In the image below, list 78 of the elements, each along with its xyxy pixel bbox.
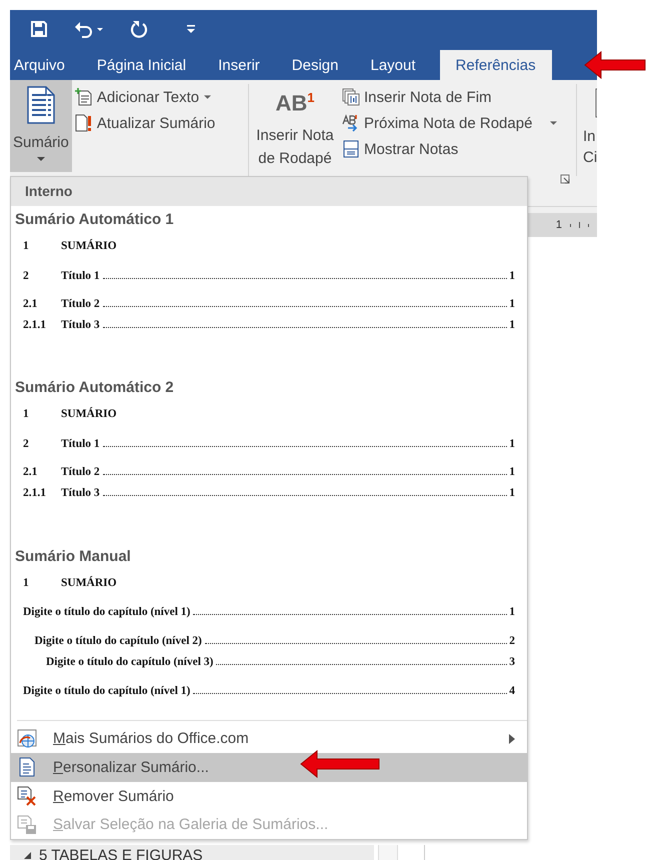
gallery-title: Sumário Automático 1: [15, 210, 175, 228]
toc-gallery-item[interactable]: Sumário Manual 1 SUMÁRIO Digite o título do capítulo (nível 1) 1 Digite o título do capítulo (nível 2) 2 Digite o título do capítulo (nível 3) 3 Digite o título do capítulo (nível 1) 4: [11, 542, 527, 712]
toc-entry-title: Título 3: [61, 318, 100, 333]
ribbon-tab[interactable]: Layout: [356, 50, 430, 80]
undo-icon[interactable]: [74, 20, 104, 38]
add-text-icon: [74, 88, 93, 106]
ribbon-command[interactable]: Próxima Nota de Rodapé: [339, 112, 560, 134]
ribbon-command[interactable]: Mostrar Notas: [339, 138, 560, 160]
ribbon-label: In: [583, 127, 597, 147]
page-number: 1: [509, 464, 515, 480]
update-document-icon: [74, 114, 93, 132]
menu-item[interactable]: Personalizar Sumário...: [11, 753, 527, 782]
toc-entry-title: Digite o título do capítulo (nível 1): [23, 604, 190, 620]
gallery-title: Sumário Automático 2: [15, 378, 175, 396]
toc-title: SUMÁRIO: [61, 575, 117, 591]
document-icon: [17, 757, 37, 778]
ribbon-tab[interactable]: Página Inicial: [82, 50, 200, 80]
menu-section-header: Interno: [11, 177, 527, 206]
toc-gallery-item[interactable]: Sumário Automático 2 1 SUMÁRIO 2 Título 1 1 2.1 Título 2 1 2.1.1 Título 3 1: [11, 374, 527, 543]
menu-item[interactable]: Mais Sumários do Office.com: [11, 724, 527, 754]
ribbon-tab[interactable]: Referências: [440, 50, 552, 80]
toc-number: 2: [23, 436, 30, 452]
toc-number: 2: [23, 268, 30, 284]
save-icon[interactable]: [30, 20, 48, 38]
page-number: 1: [509, 318, 515, 333]
toc-entry-title: Digite o título do capítulo (nível 3): [46, 654, 214, 670]
toc-number: 1: [23, 406, 30, 422]
toc-entry-title: Digite o título do capítulo (nível 1): [23, 684, 190, 699]
next-footnote-icon: [342, 114, 360, 132]
toc-entry-title: Título 2: [61, 464, 100, 480]
page-number: 1: [509, 604, 515, 620]
scroll-bar[interactable]: [378, 845, 398, 860]
ribbon-label: Ci: [583, 148, 597, 168]
toc-number: 2.1.1: [23, 486, 47, 501]
ribbon-command[interactable]: Adicionar Texto: [72, 86, 218, 108]
gallery-title: Sumário Manual: [15, 548, 132, 565]
toc-title: SUMÁRIO: [61, 238, 117, 254]
toc-button[interactable]: Sumário: [10, 80, 72, 172]
page-number: 1: [509, 268, 515, 284]
toc-number: 2.1: [23, 464, 38, 480]
navigation-heading[interactable]: 5 TABELAS E FIGURAS: [39, 846, 203, 860]
page-number: 1: [509, 486, 515, 501]
toc-entry-title: Título 3: [61, 486, 100, 501]
toc-number: 2.1.1: [23, 318, 47, 333]
page-number: 2: [509, 634, 515, 649]
remove-document-icon: [17, 786, 37, 806]
toc-number: 2.1: [23, 296, 38, 312]
page-number: 1: [509, 436, 515, 452]
repeat-icon[interactable]: [130, 20, 148, 38]
ribbon-command[interactable]: Inserir Nota de Fim: [339, 86, 560, 108]
toc-entry-title: Digite o título do capítulo (nível 2): [34, 634, 202, 649]
annotation-arrow: [584, 51, 646, 79]
toc-entry-title: Título 2: [61, 296, 100, 312]
toc-title: SUMÁRIO: [61, 406, 117, 422]
page-number: 1: [509, 296, 515, 312]
customize-icon[interactable]: [186, 23, 196, 35]
stacked-pages-icon: [342, 88, 360, 106]
ribbon-tab[interactable]: Inserir: [204, 50, 274, 80]
page-number: 4: [509, 684, 515, 699]
toc-number: 1: [23, 576, 30, 591]
collapse-icon[interactable]: [24, 852, 31, 858]
toc-gallery-item[interactable]: Sumário Automático 1 1 SUMÁRIO 2 Título 1 1 2.1 Título 2 1 2.1.1 Título 3 1: [11, 206, 527, 374]
notes-page-icon: [342, 140, 360, 158]
dialog-launcher-icon[interactable]: [560, 174, 570, 184]
toc-entry-title: Título 1: [61, 436, 100, 452]
caret-icon: [36, 157, 45, 162]
ribbon-tab[interactable]: Arquivo: [10, 50, 79, 80]
save-gallery-icon: [17, 814, 37, 835]
ribbon-tab[interactable]: Design: [278, 50, 352, 80]
toc-number: 1: [23, 238, 30, 254]
page-number: 3: [509, 654, 515, 670]
ribbon-command[interactable]: Atualizar Sumário: [72, 112, 218, 134]
menu-item[interactable]: Remover Sumário: [11, 782, 527, 810]
insert-footnote-button[interactable]: AB$^{1}$ Inserir Nota de Rodapé: [251, 80, 339, 172]
document-list-icon: [26, 86, 56, 124]
globe-document-icon: [17, 728, 37, 749]
toc-entry-title: Título 1: [61, 268, 100, 284]
ruler-number: 1: [556, 219, 562, 231]
